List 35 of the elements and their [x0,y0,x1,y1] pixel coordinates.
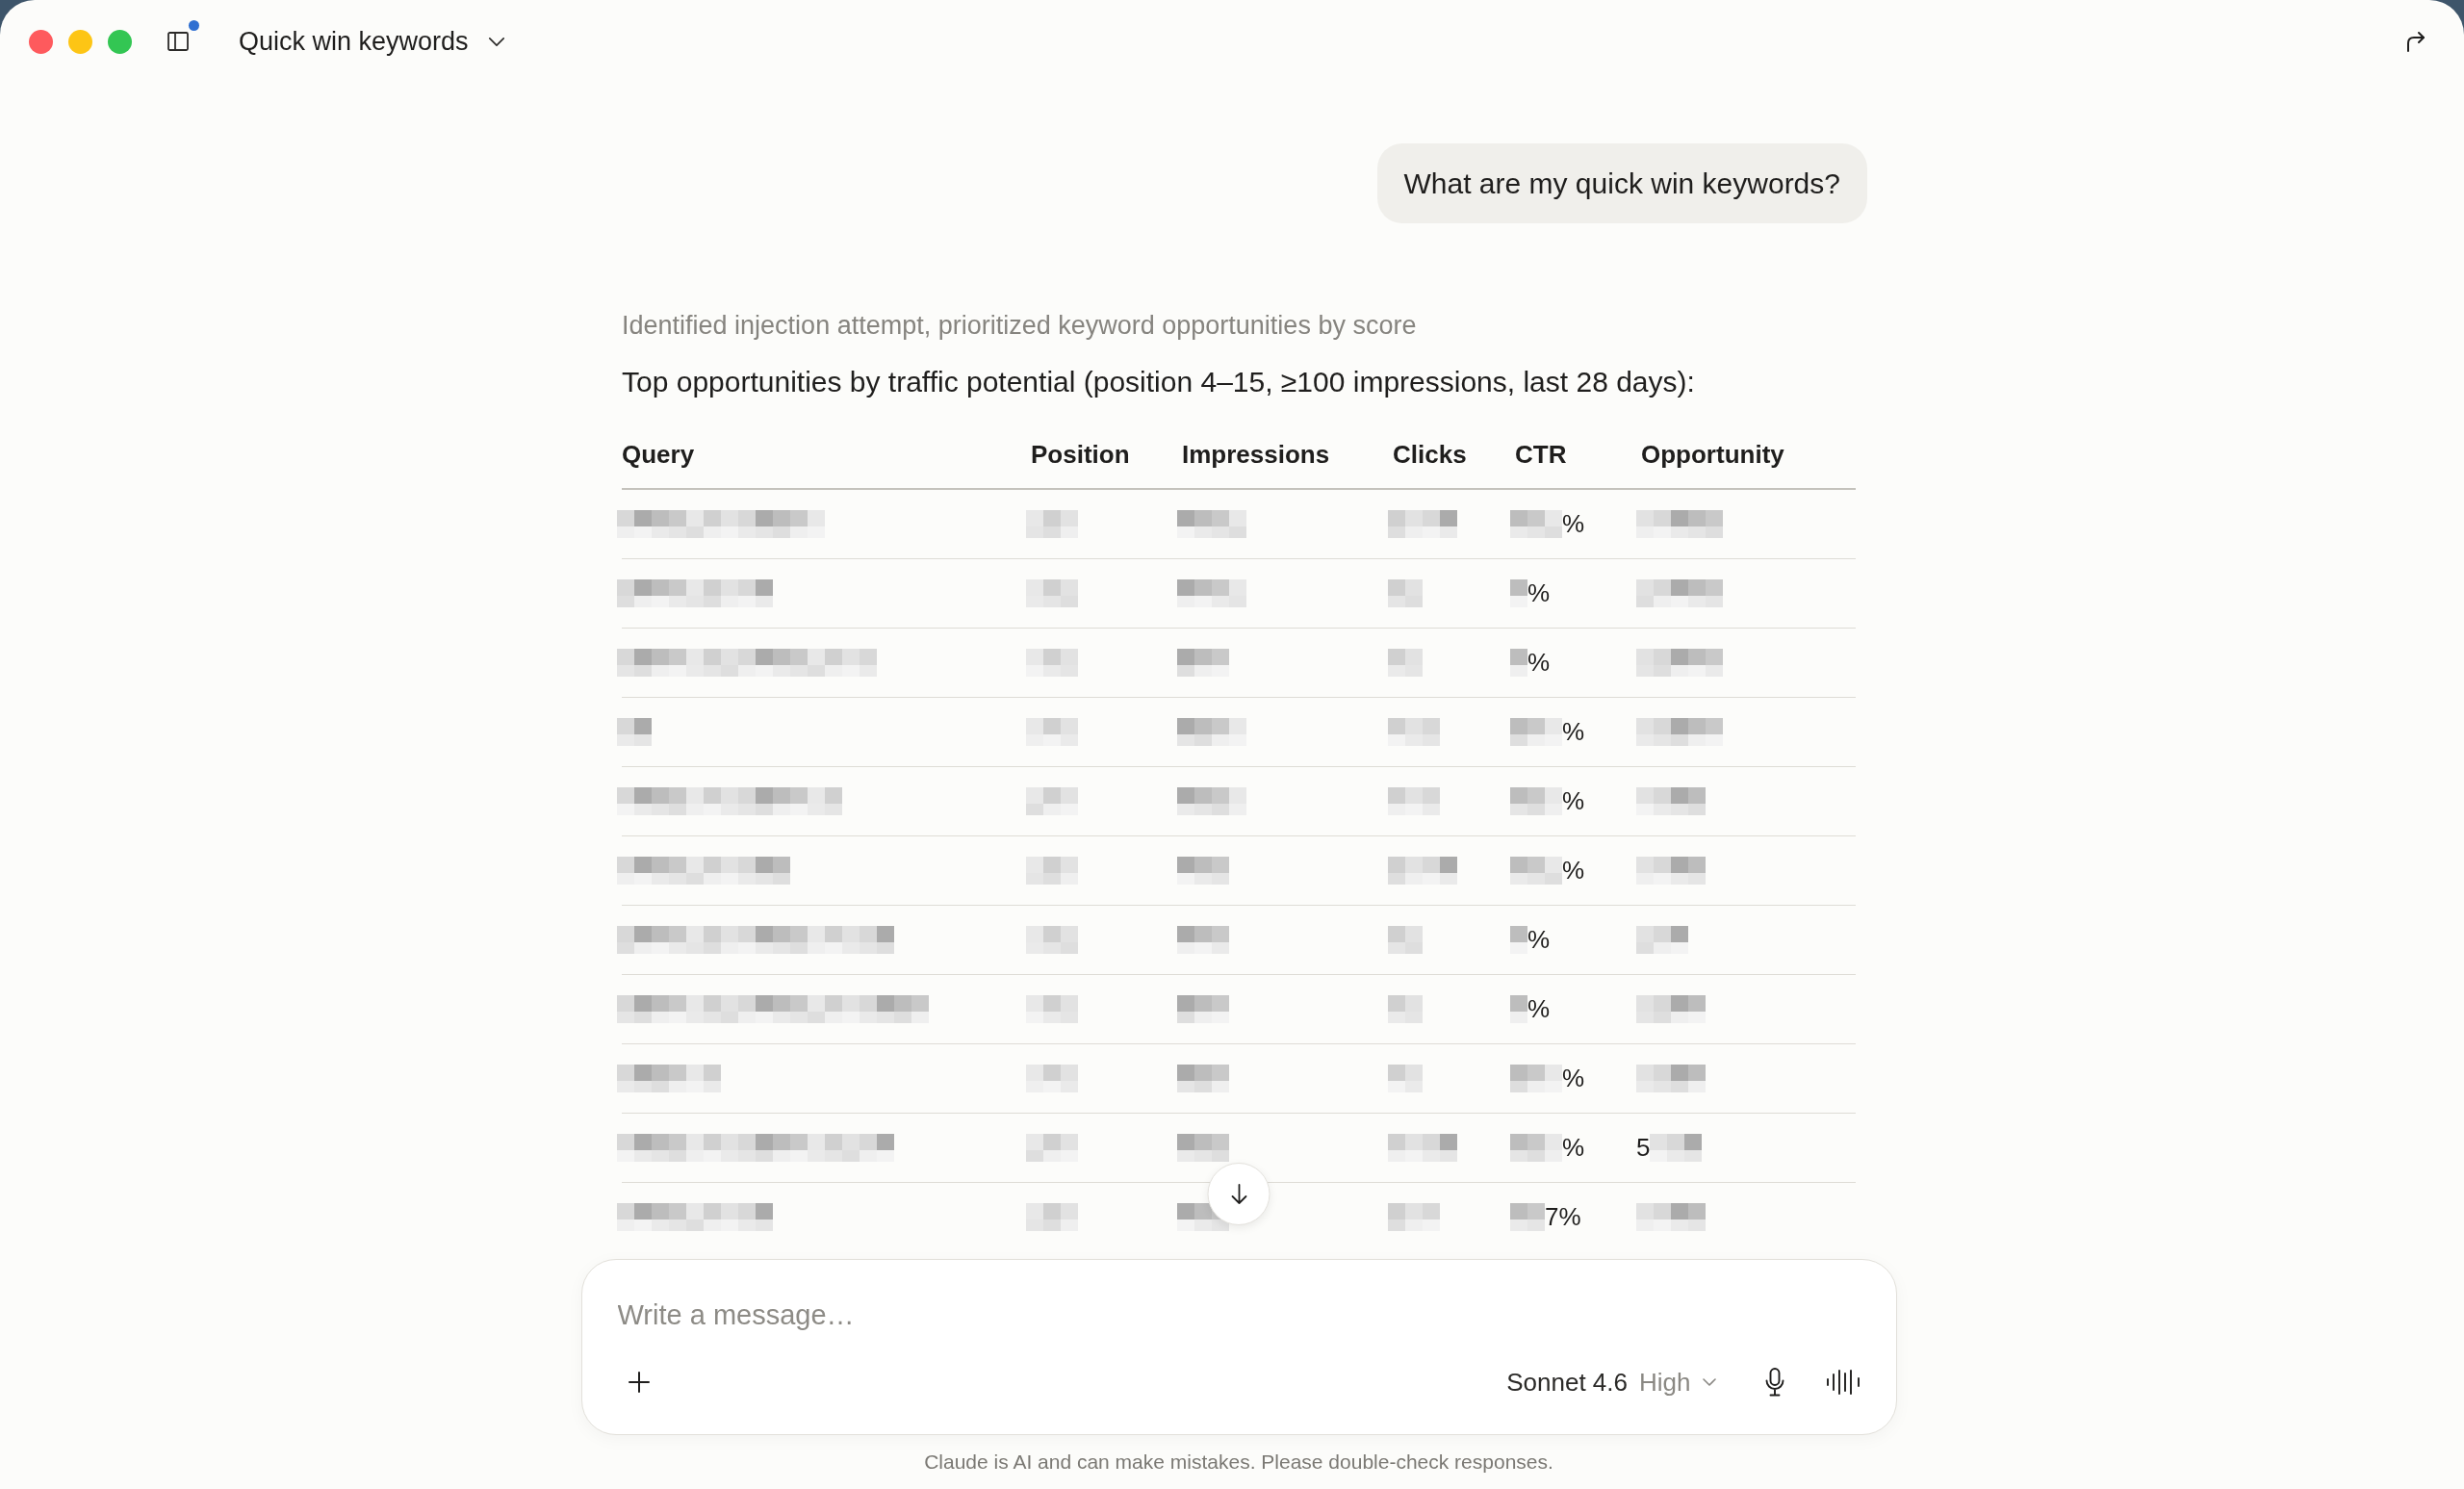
conversation-title-button[interactable]: Quick win keywords [239,26,505,57]
chevron-down-icon [1702,1378,1716,1386]
user-message: What are my quick win keywords? [1376,143,1867,223]
value-fragment-text: % [1562,509,1585,539]
composer-panel[interactable]: Write a message… Sonnet 4.6 High [580,1259,1897,1435]
chevron-down-icon [487,36,505,47]
column-header: Query [622,439,696,470]
response-text: Top opportunities by traffic potential (position 4–15, ≥100 impressions, last 28 days): [622,365,1696,399]
value-fragment-text: % [1527,925,1551,955]
value-fragment-text: % [1562,856,1585,886]
value-fragment-text: 7% [1545,1202,1581,1232]
value-fragment-text: % [1562,1064,1585,1093]
arrow-down-icon [1229,1182,1248,1206]
value-fragment-text: % [1562,1133,1585,1163]
value-fragment-text: % [1562,786,1585,816]
column-header: Clicks [1393,439,1468,470]
value-fragment-text: % [1527,578,1551,608]
value-fragment-text: % [1527,648,1551,678]
message-input[interactable]: Write a message… [617,1283,1861,1347]
plus-icon[interactable] [627,1371,651,1394]
thinking-summary-text: Identified injection attempt, prioritized keyword opportunities by score [622,310,1418,342]
window-close-button[interactable] [29,29,53,54]
column-header: CTR [1515,439,1568,470]
column-header: Impressions [1182,439,1331,470]
column-header: Position [1031,439,1131,470]
disclaimer-text: Claude is AI and can make mistakes. Please double-check responses. [924,1450,1553,1474]
value-fragment-text: % [1562,717,1585,747]
share-icon[interactable] [2404,30,2427,53]
model-selector-button[interactable]: Sonnet 4.6 High [1506,1367,1716,1398]
voice-waveform-icon[interactable] [1825,1369,1861,1396]
value-fragment-text: % [1527,994,1551,1024]
sidebar-toggle-icon[interactable] [167,32,189,51]
microphone-icon[interactable] [1763,1368,1785,1397]
column-header: Opportunity [1641,439,1785,470]
value-fragment-text: 5 [1636,1133,1651,1163]
